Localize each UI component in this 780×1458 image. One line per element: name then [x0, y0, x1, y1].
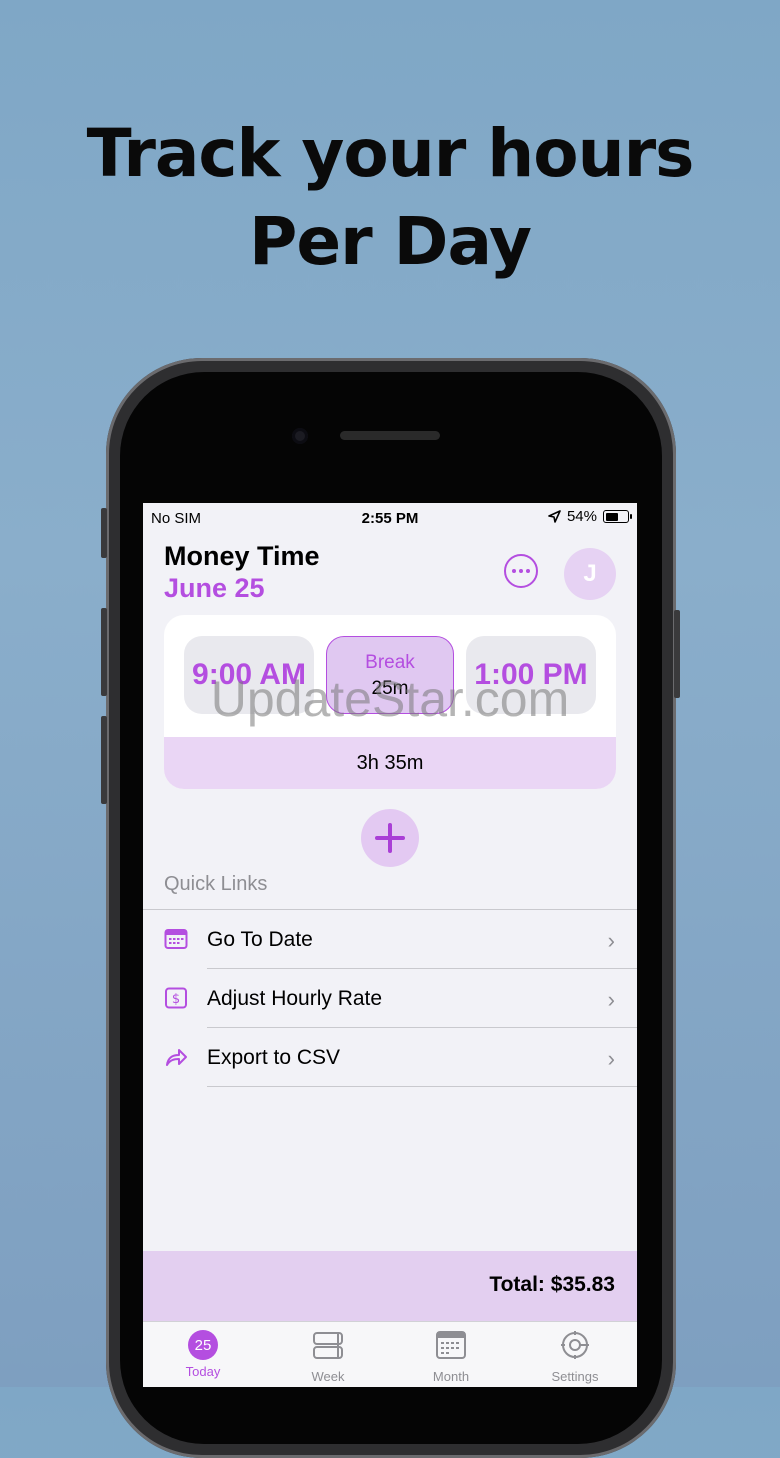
total-bar: Total: $35.83 [143, 1251, 637, 1321]
app-title: Money Time [164, 541, 320, 571]
tab-week[interactable]: Week [288, 1330, 368, 1384]
share-arrow-icon [166, 1049, 187, 1066]
add-entry-button[interactable] [361, 809, 419, 867]
quick-link-go-to-date[interactable]: Go To Date › [143, 909, 637, 969]
gear-icon [561, 1331, 589, 1359]
avatar[interactable]: J [564, 548, 616, 600]
go-to-date-label: Go To Date [207, 928, 313, 951]
week-icon [313, 1332, 343, 1359]
more-dot-icon [512, 569, 516, 573]
volume-down-button [101, 716, 107, 804]
chevron-right-icon: › [607, 928, 615, 953]
power-button [674, 610, 680, 698]
duration-total: 3h 35m [164, 737, 616, 789]
tab-today-label: Today [185, 1364, 221, 1379]
quick-link-export-csv[interactable]: Export to CSV › [143, 1028, 637, 1087]
status-right: 54% [548, 508, 632, 525]
today-badge-icon: 25 [188, 1330, 218, 1360]
front-camera [292, 428, 308, 444]
volume-up-button [101, 608, 107, 696]
quick-links-title: Quick Links [164, 873, 268, 895]
tab-month-label: Month [432, 1369, 470, 1384]
battery-icon [603, 510, 632, 523]
more-dot-icon [519, 569, 523, 573]
adjust-hourly-rate-label: Adjust Hourly Rate [207, 987, 383, 1010]
tab-bar: 25 Today Week Month Settings [143, 1321, 637, 1387]
mute-switch [101, 508, 107, 558]
tab-settings[interactable]: Settings [535, 1330, 615, 1384]
earpiece-speaker [340, 431, 440, 440]
location-arrow-icon [548, 510, 561, 523]
more-dot-icon [526, 569, 530, 573]
battery-percent: 54% [566, 508, 597, 525]
tab-settings-label: Settings [551, 1369, 599, 1384]
tab-today[interactable]: 25 Today [163, 1330, 243, 1379]
chevron-right-icon: › [607, 987, 615, 1012]
tab-week-label: Week [311, 1369, 345, 1384]
tab-month[interactable]: Month [411, 1330, 491, 1384]
headline-line-1: Track your hours [86, 115, 695, 192]
quick-link-adjust-hourly-rate[interactable]: $ Adjust Hourly Rate › [143, 969, 637, 1028]
chevron-right-icon: › [607, 1046, 615, 1071]
quick-links-list: Go To Date › $ Adjust Hourly Rate › Expo… [143, 909, 637, 1087]
dollar-icon: $ [165, 987, 187, 1009]
headline-line-2: Per Day [249, 203, 532, 280]
export-csv-label: Export to CSV [207, 1046, 341, 1069]
month-calendar-icon [436, 1331, 466, 1359]
svg-text:$: $ [172, 992, 180, 1007]
more-options-button[interactable] [504, 554, 538, 588]
calendar-icon [164, 929, 188, 949]
watermark: UpdateStar.com [210, 671, 570, 727]
app-screen: No SIM 2:55 PM 54% Money Time June 25 J … [143, 503, 637, 1387]
total-earnings: Total: $35.83 [489, 1273, 615, 1296]
selected-date[interactable]: June 25 [164, 573, 265, 604]
status-bar: No SIM 2:55 PM 54% [143, 503, 637, 531]
